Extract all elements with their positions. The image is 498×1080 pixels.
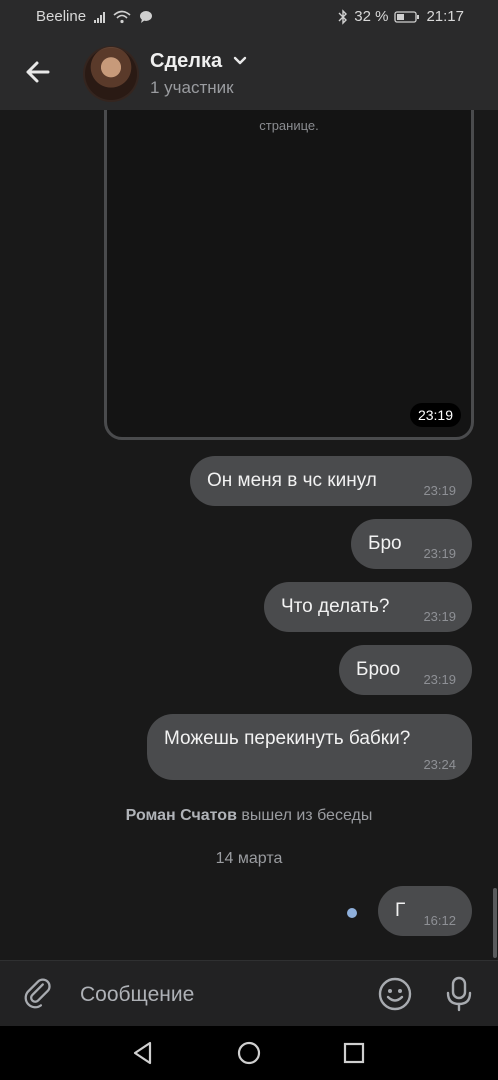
scrollbar[interactable] (493, 888, 497, 958)
message-text: Бро (368, 533, 402, 554)
message-time: 23:19 (423, 546, 456, 561)
wifi-icon (113, 10, 131, 23)
battery-icon (394, 10, 420, 23)
message-bubble[interactable]: Он меня в чс кинул 23:19 (190, 456, 472, 506)
system-message: Роман Счатов вышел из беседы (0, 807, 498, 825)
system-navigation-bar (0, 1026, 498, 1080)
message-text: Г (395, 900, 406, 921)
microphone-icon[interactable] (444, 976, 474, 1012)
nav-back-icon[interactable] (130, 1040, 156, 1066)
nav-recent-apps-icon[interactable] (342, 1041, 366, 1065)
message-composer: Сообщение (0, 960, 498, 1027)
date-separator: 14 марта (215, 850, 283, 867)
carrier-label: Beeline (36, 8, 87, 25)
status-bar: Beeline 32 % 21:17 (0, 0, 498, 34)
bluetooth-icon (338, 8, 348, 25)
message-bubble[interactable]: Что делать? 23:19 (264, 582, 472, 632)
media-caption: странице. (259, 118, 319, 133)
chat-header: Сделка 1 участник (0, 34, 498, 110)
message-text: Он меня в чс кинул (207, 470, 377, 491)
system-message-action: вышел из беседы (241, 807, 373, 824)
message-text: Можешь перекинуть бабки? (164, 728, 411, 749)
message-feed[interactable]: странице. 23:19 Он меня в чс кинул 23:19… (0, 110, 498, 960)
message-text: Броо (356, 659, 401, 680)
paperclip-icon[interactable] (22, 977, 56, 1011)
media-time: 23:19 (409, 403, 461, 427)
chat-notification-icon (140, 10, 153, 23)
message-bubble[interactable]: Можешь перекинуть бабки? 23:24 (147, 714, 472, 780)
message-time: 23:19 (423, 609, 456, 624)
media-message[interactable]: странице. 23:19 (104, 110, 474, 440)
message-time: 23:19 (423, 483, 456, 498)
message-time: 16:12 (423, 913, 456, 928)
message-time: 23:24 (423, 757, 456, 772)
message-bubble[interactable]: Броо 23:19 (339, 645, 472, 695)
system-message-name[interactable]: Роман Счатов (126, 807, 237, 824)
back-arrow-icon[interactable] (20, 54, 56, 90)
unread-dot (347, 908, 357, 918)
avatar[interactable] (83, 46, 139, 102)
message-input[interactable]: Сообщение (80, 983, 194, 1007)
signal-icon (94, 11, 106, 23)
nav-home-icon[interactable] (236, 1040, 262, 1066)
message-bubble[interactable]: Бро 23:19 (351, 519, 472, 569)
smiley-icon[interactable] (378, 977, 412, 1011)
chat-title[interactable]: Сделка (150, 50, 222, 73)
chevron-down-icon[interactable] (232, 54, 248, 66)
members-count: 1 участник (150, 78, 234, 97)
message-text: Что делать? (281, 596, 390, 617)
battery-percent: 32 % (354, 8, 389, 25)
clock: 21:17 (426, 8, 464, 25)
message-time: 23:19 (423, 672, 456, 687)
message-bubble[interactable]: Г 16:12 (378, 886, 472, 936)
